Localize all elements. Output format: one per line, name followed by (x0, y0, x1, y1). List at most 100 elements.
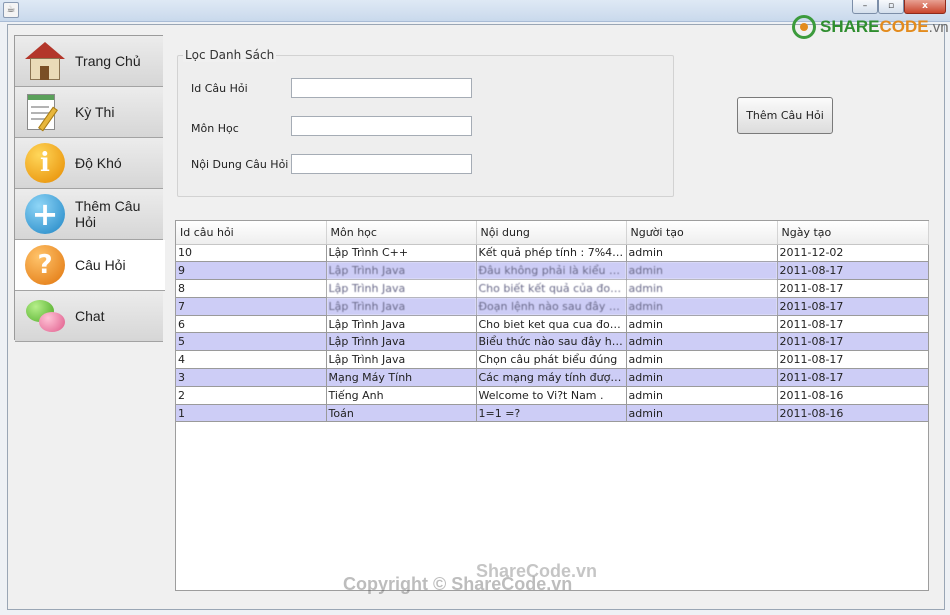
table-cell: 5 (176, 332, 327, 352)
table-cell: admin (626, 386, 778, 405)
table-cell: admin (626, 404, 778, 423)
table-cell: 2 (176, 386, 327, 405)
table-cell: Lập Trình Java (326, 279, 477, 298)
questions-table: Id câu hỏi Môn học Nội dung Người tạo Ng… (175, 220, 929, 591)
table-cell: 2011-08-16 (777, 404, 929, 423)
sharecode-logo: SHARECODE.vn (792, 12, 949, 42)
table-cell: 1 (176, 404, 327, 423)
filter-panel-title: Lọc Danh Sách (183, 48, 277, 62)
chat-icon (23, 294, 67, 338)
table-cell: 6 (176, 315, 327, 334)
table-cell: Welcome to Vi?t Nam . (476, 386, 627, 405)
table-cell: 1=1 =? (476, 404, 627, 423)
sidebar-item-label: Trang Chủ (75, 53, 141, 69)
table-row[interactable]: 9 Lập Trình Java Đâu không phải là kiểu … (176, 261, 929, 281)
table-cell: admin (626, 279, 778, 298)
sidebar-item-label: Kỳ Thi (75, 104, 115, 120)
table-cell: admin (626, 315, 778, 334)
table-cell: 2011-08-16 (777, 386, 929, 405)
content-field[interactable] (291, 154, 472, 174)
table-cell: Chọn câu phát biểu đúng (476, 350, 627, 370)
id-field[interactable] (291, 78, 472, 98)
col-header-subject[interactable]: Môn học (326, 221, 477, 245)
logo-text-domain: .vn (928, 19, 949, 36)
sidebar-item-label: Chat (75, 308, 105, 324)
table-cell: admin (626, 297, 778, 316)
table-row[interactable]: 10 Lập Trình C++ Kết quả phép tính : 7%4… (176, 244, 929, 263)
sidebar-item-them-cau-hoi[interactable]: + Thêm Câu Hỏi (15, 189, 163, 240)
sidebar-item-ky-thi[interactable]: Kỳ Thi (15, 87, 163, 138)
house-icon (23, 39, 67, 83)
sidebar-item-trang-chu[interactable]: Trang Chủ (15, 36, 163, 87)
table-cell: 2011-08-17 (777, 261, 929, 281)
add-question-button[interactable]: Thêm Câu Hỏi (737, 97, 833, 134)
col-header-creator[interactable]: Người tạo (626, 221, 778, 245)
sidebar-item-cau-hoi[interactable]: ? Câu Hỏi (15, 240, 165, 291)
add-icon: + (23, 192, 67, 236)
table-row[interactable]: 2 Tiếng Anh Welcome to Vi?t Nam . admin … (176, 386, 929, 405)
table-cell: 10 (176, 244, 327, 263)
java-icon[interactable]: ☕ (3, 2, 19, 18)
table-cell: 2011-08-17 (777, 297, 929, 316)
table-row[interactable]: 8 Lập Trình Java Cho biết kết quả của đo… (176, 279, 929, 298)
table-cell: Lập Trình Java (326, 315, 477, 334)
table-cell: Lập Trình Java (326, 261, 477, 281)
table-row[interactable]: 6 Lập Trình Java Cho biet ket qua cua đo… (176, 315, 929, 334)
table-cell: Cho biết kết quả của đoạn mã (476, 279, 627, 298)
sharecode-logo-icon (792, 15, 816, 39)
table-cell: Biểu thức nào sau đây hợp lệ (476, 332, 627, 352)
subject-field[interactable] (291, 116, 472, 136)
table-row[interactable]: 5 Lập Trình Java Biểu thức nào sau đây h… (176, 332, 929, 352)
table-cell: 2011-12-02 (777, 244, 929, 263)
sidebar: Trang Chủ Kỳ Thi i Độ Khó + Thêm Câu Hỏi… (14, 35, 165, 342)
table-header-row: Id câu hỏi Môn học Nội dung Người tạo Ng… (176, 221, 929, 245)
table-cell: 7 (176, 297, 327, 316)
copyright-watermark: Copyright © ShareCode.vn (343, 574, 573, 594)
table-cell: Mạng Máy Tính (326, 368, 477, 387)
table-cell: admin (626, 261, 778, 281)
table-cell: Lập Trình Java (326, 297, 477, 316)
table-cell: Các mạng máy tính được thi... (476, 368, 627, 387)
col-header-id[interactable]: Id câu hỏi (176, 221, 327, 245)
table-row[interactable]: 4 Lập Trình Java Chọn câu phát biểu đúng… (176, 350, 929, 370)
sidebar-item-label: Độ Khó (75, 155, 122, 171)
col-header-content[interactable]: Nội dung (476, 221, 627, 245)
sidebar-item-chat[interactable]: Chat (15, 291, 163, 342)
table-cell: Đâu không phải là kiểu dữ liệu (476, 261, 627, 281)
notepad-icon (23, 90, 67, 134)
question-icon: ? (23, 243, 67, 287)
sidebar-item-label: Thêm Câu Hỏi (75, 198, 141, 230)
table-row[interactable]: 7 Lập Trình Java Đoạn lệnh nào sau đây đ… (176, 297, 929, 316)
table-cell: Kết quả phép tính : 7%4 = ? (476, 244, 627, 263)
table-cell: 2011-08-17 (777, 368, 929, 387)
sidebar-item-do-kho[interactable]: i Độ Khó (15, 138, 163, 189)
col-header-date[interactable]: Ngày tạo (777, 221, 929, 245)
subject-label: Môn Học (191, 122, 239, 135)
table-cell: admin (626, 350, 778, 370)
table-row[interactable]: 1 Toán 1=1 =? admin 2011-08-16 (176, 404, 929, 423)
table-cell: admin (626, 244, 778, 263)
info-icon: i (23, 141, 67, 185)
table-cell: 2011-08-17 (777, 315, 929, 334)
table-cell: 3 (176, 368, 327, 387)
logo-text-code: CODE (879, 17, 929, 36)
sidebar-item-label: Câu Hỏi (75, 257, 126, 273)
table-cell: Lập Trình Java (326, 350, 477, 370)
id-label: Id Câu Hỏi (191, 82, 248, 95)
table-cell: Đoạn lệnh nào sau đây đúng (476, 297, 627, 316)
table-cell: admin (626, 332, 778, 352)
logo-text-share: SHARE (820, 17, 880, 36)
table-cell: Tiếng Anh (326, 386, 477, 405)
table-cell: admin (626, 368, 778, 387)
table-cell: 8 (176, 279, 327, 298)
table-cell: Cho biet ket qua cua đoạn m... (476, 315, 627, 334)
table-cell: 2011-08-17 (777, 332, 929, 352)
table-cell: Toán (326, 404, 477, 423)
table-cell: 9 (176, 261, 327, 281)
table-cell: 2011-08-17 (777, 350, 929, 370)
content-label: Nội Dung Câu Hỏi (191, 158, 289, 171)
table-cell: 2011-08-17 (777, 279, 929, 298)
table-cell: Lập Trình C++ (326, 244, 477, 263)
table-cell: Lập Trình Java (326, 332, 477, 352)
table-row[interactable]: 3 Mạng Máy Tính Các mạng máy tính được t… (176, 368, 929, 387)
